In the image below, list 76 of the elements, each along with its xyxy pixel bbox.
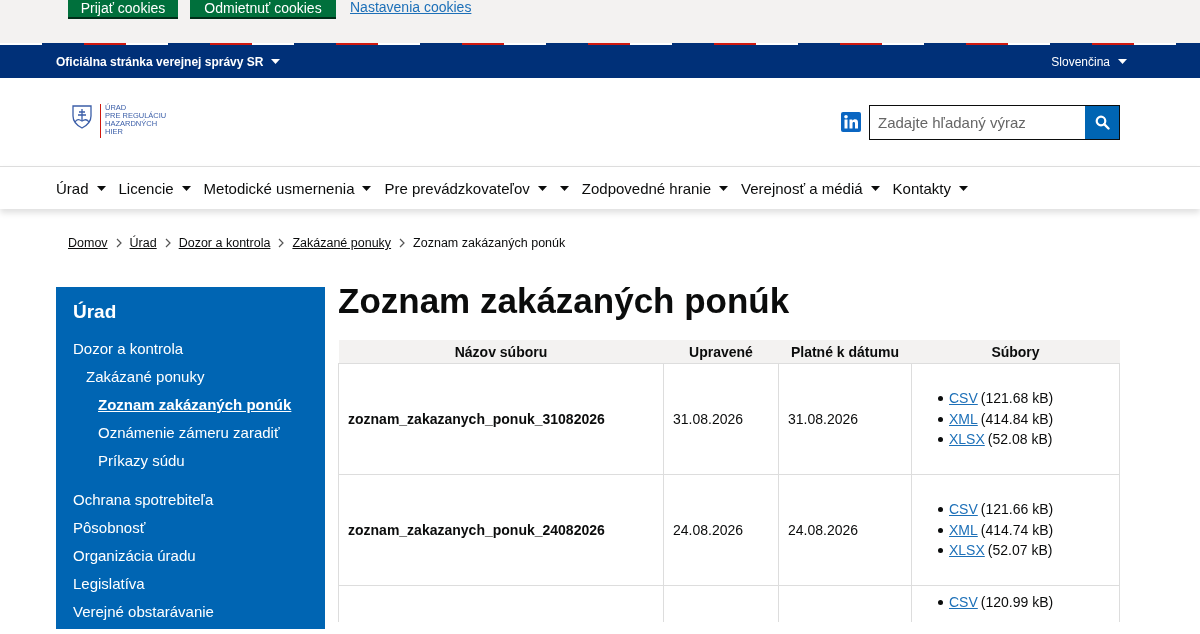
sidebar-item[interactable]: Organizácia úradu [73, 547, 196, 564]
breadcrumb-link[interactable]: Zakázané ponuky [292, 236, 392, 250]
sidebar-item[interactable]: Príkazy súdu [98, 452, 185, 469]
chevron-icon [278, 238, 285, 248]
table-cell: 24.08.2026 [788, 522, 859, 538]
cookie-button[interactable]: Prijať cookies [68, 0, 178, 17]
nav-link[interactable]: Kontakty [892, 179, 951, 197]
official-site-label[interactable]: Oficiálna stránka verejnej správy SR [56, 54, 264, 69]
table-cell: zoznam_zakazanych_ponuk_31082026 [348, 411, 605, 427]
file-link[interactable]: CSV [949, 499, 978, 520]
sidebar-item[interactable]: Verejné obstarávanie [73, 603, 214, 620]
caret-icon [181, 185, 191, 191]
caret-icon [96, 185, 106, 191]
caret-icon [271, 59, 281, 64]
page-title: Zoznam zakázaných ponúk [338, 280, 791, 322]
sidebar-item[interactable]: Pôsobnosť [73, 519, 146, 536]
caret-icon [537, 185, 547, 191]
sidebar-item[interactable]: Oznámenie zámeru zaradiť [98, 424, 280, 441]
bullet-icon [938, 548, 943, 553]
caret-icon [362, 185, 372, 191]
table-cell: 24.08.2026 [673, 522, 744, 538]
language-selector[interactable]: Slovenčina [1051, 54, 1110, 69]
file-link[interactable]: XML [949, 519, 978, 541]
file-size: (120.99 kB) [980, 593, 1054, 612]
chevron-icon [115, 238, 122, 248]
caret-icon [958, 185, 968, 191]
file-size: (121.68 kB) [980, 389, 1054, 409]
caret-icon [870, 185, 880, 191]
sidebar-item[interactable]: Zakázané ponuky [86, 368, 205, 385]
sidebar-item[interactable]: Zoznam zakázaných ponúk [98, 396, 292, 413]
table-cell: 31.08.2026 [673, 411, 744, 427]
bullet-icon [938, 396, 943, 401]
file-size: (52.07 kB) [987, 541, 1053, 561]
breadcrumb-current: Zoznam zakázaných ponúk [413, 236, 566, 250]
table-cell: zoznam_zakazanych_ponuk_24082026 [348, 522, 605, 538]
nav-link[interactable]: Verejnosť a médiá [741, 179, 863, 197]
sidebar-item[interactable]: Ochrana spotrebiteľa [73, 491, 214, 508]
bullet-icon [938, 599, 943, 605]
cookie-button[interactable]: Odmietnuť cookies [190, 0, 336, 17]
nav-link[interactable]: Zodpovedné hranie [581, 179, 712, 197]
file-size: (121.66 kB) [980, 500, 1054, 520]
bullet-icon [938, 437, 943, 442]
column-header: Upravené [663, 340, 779, 364]
breadcrumb-link[interactable]: Domov [68, 236, 108, 250]
file-link[interactable]: XLSX [949, 429, 985, 450]
caret-icon [559, 185, 569, 191]
nav-link[interactable]: Licencie [118, 179, 174, 197]
cookie-settings-link[interactable]: Nastavenia cookies [350, 0, 472, 14]
breadcrumb-link[interactable]: Dozor a kontrola [178, 236, 271, 250]
file-link[interactable]: CSV [949, 592, 978, 613]
nav-link[interactable]: Pre prevádzkovateľov [384, 179, 530, 197]
file-link[interactable]: CSV [949, 388, 978, 409]
crest-icon [72, 105, 92, 129]
sidebar-title: Úrad [72, 300, 118, 324]
caret-icon [1118, 59, 1127, 64]
column-header: Názov súboru [338, 340, 664, 364]
column-header: Súbory [911, 340, 1120, 364]
bullet-icon [938, 416, 943, 422]
file-size: (52.08 kB) [987, 430, 1053, 450]
sidebar-item[interactable]: Dozor a kontrola [73, 340, 184, 357]
column-header: Platné k dátumu [778, 340, 912, 364]
bullet-icon [938, 527, 943, 533]
file-size: (414.74 kB) [980, 520, 1054, 540]
bullet-icon [938, 507, 943, 512]
linkedin-icon[interactable] [841, 112, 861, 132]
nav-link[interactable]: Metodické usmernenia [203, 179, 355, 197]
breadcrumb-link[interactable]: Úrad [129, 236, 157, 250]
chevron-icon [164, 238, 171, 248]
chevron-icon [399, 238, 406, 248]
file-size: (414.84 kB) [980, 409, 1054, 429]
file-link[interactable]: XML [949, 408, 978, 430]
table-cell: 31.08.2026 [788, 411, 859, 427]
caret-icon [719, 185, 729, 191]
nav-link[interactable]: Úrad [56, 179, 89, 197]
file-link[interactable]: XLSX [949, 540, 985, 561]
sidebar-item[interactable]: Legislatíva [73, 575, 145, 592]
